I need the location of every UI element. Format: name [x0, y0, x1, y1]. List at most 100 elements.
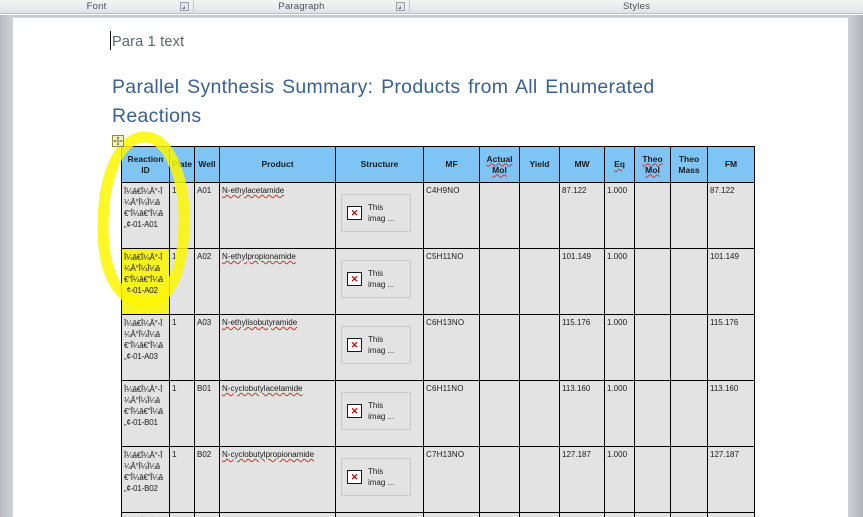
cell-well[interactable] — [194, 512, 220, 517]
cell-actual-mol[interactable] — [479, 512, 520, 517]
cell-theo-mass[interactable] — [670, 182, 708, 249]
cell-actual-mol[interactable] — [479, 182, 520, 249]
col-header-theo-mol[interactable]: Theo Mol — [634, 146, 671, 183]
ribbon-group-font[interactable]: Font — [0, 0, 194, 14]
cell-plate[interactable]: 1 — [169, 248, 195, 315]
cell-well[interactable]: A03 — [194, 314, 220, 381]
col-header-fm[interactable]: FM — [707, 146, 755, 183]
table-move-handle[interactable] — [112, 135, 124, 147]
cell-reaction-id[interactable]: Î¼â€Î¼Â°-Î¼Â°Î¼Î¼â€“Î¼â€“Î¼â„¢-01-A02 — [121, 248, 170, 315]
cell-eq[interactable]: 1.000 — [604, 446, 635, 513]
cell-reaction-id[interactable]: Î¼â€Î¼Â°-Î¼Â°Î¼Î¼â€“Î¼â€“Î¼â„¢-01-B01 — [121, 380, 170, 447]
cell-structure[interactable]: ✕ This imag ... — [335, 182, 424, 249]
font-dialog-launcher-icon[interactable] — [180, 1, 189, 11]
cell-mf[interactable]: C6H13NO — [423, 314, 480, 381]
paragraph-dialog-launcher-icon[interactable] — [396, 1, 405, 11]
table-row[interactable]: Î¼â€Î¼Â°-Î¼Â°Î¼Î¼â€“Î¼â€“Î¼â„¢-01-B01 1 B0… — [121, 380, 755, 447]
table-row[interactable]: Î¼â€Î¼Â°-Î¼Â°Î¼Î¼â€“Î¼â€“Î¼â„¢-01-B02 1 B0… — [121, 446, 755, 513]
cell-product[interactable]: N-cyclobutylacetamide — [219, 380, 336, 447]
cell-product[interactable] — [219, 512, 336, 517]
cell-theo-mass[interactable] — [670, 248, 708, 315]
cell-mf[interactable]: C6H11NO — [423, 380, 480, 447]
cell-actual-mol[interactable] — [479, 314, 520, 381]
cell-theo-mass[interactable] — [670, 314, 708, 381]
col-header-reaction-id[interactable]: Reaction ID — [121, 146, 170, 183]
cell-eq[interactable]: 1.000 — [604, 314, 635, 381]
cell-eq[interactable]: 1.000 — [604, 248, 635, 315]
cell-product[interactable]: N-ethylacetamide — [219, 182, 336, 249]
cell-well[interactable]: B01 — [194, 380, 220, 447]
cell-fm[interactable]: 101.149 — [707, 248, 755, 315]
cell-yield[interactable] — [519, 314, 560, 381]
cell-actual-mol[interactable] — [479, 446, 520, 513]
cell-theo-mass[interactable] — [670, 512, 708, 517]
broken-image-placeholder[interactable]: ✕ This imag ... — [341, 326, 411, 364]
cell-plate[interactable]: 1 — [169, 446, 195, 513]
cell-structure[interactable]: ✕ This imag ... — [335, 248, 424, 315]
cell-eq[interactable]: 1.000 — [604, 380, 635, 447]
cell-structure[interactable]: ✕ This imag ... — [335, 446, 424, 513]
cell-eq[interactable] — [604, 512, 635, 517]
table-row[interactable]: Î¼â€Î¼Â°- — [121, 512, 755, 517]
col-header-actual-mol[interactable]: Actual Mol — [479, 146, 520, 183]
cell-fm[interactable]: 115.176 — [707, 314, 755, 381]
col-header-well[interactable]: Well — [194, 146, 220, 183]
col-header-mw[interactable]: MW — [559, 146, 605, 183]
table-row[interactable]: Î¼â€Î¼Â°-Î¼Â°Î¼Î¼â€“Î¼â€“Î¼â„¢-01-A01 1 A0… — [121, 182, 755, 249]
broken-image-placeholder[interactable]: ✕ This imag ... — [341, 392, 411, 430]
cell-mf[interactable]: C7H13NO — [423, 446, 480, 513]
cell-theo-mol[interactable] — [634, 446, 671, 513]
col-header-product[interactable]: Product — [219, 146, 336, 183]
cell-plate[interactable]: 1 — [169, 314, 195, 381]
cell-yield[interactable] — [519, 182, 560, 249]
cell-well[interactable]: A02 — [194, 248, 220, 315]
cell-theo-mol[interactable] — [634, 248, 671, 315]
cell-yield[interactable] — [519, 512, 560, 517]
cell-mf[interactable]: C4H9NO — [423, 182, 480, 249]
cell-reaction-id[interactable]: Î¼â€Î¼Â°-Î¼Â°Î¼Î¼â€“Î¼â€“Î¼â„¢-01-A01 — [121, 182, 170, 249]
cell-product[interactable]: N-ethylpropionamide — [219, 248, 336, 315]
cell-plate[interactable] — [169, 512, 195, 517]
cell-mw[interactable]: 127.187 — [559, 446, 605, 513]
vertical-scrollbar[interactable] — [848, 15, 863, 517]
cell-plate[interactable]: 1 — [169, 380, 195, 447]
cell-mw[interactable]: 115.176 — [559, 314, 605, 381]
cell-product[interactable]: N-ethylisobutyramide — [219, 314, 336, 381]
col-header-theo-mass[interactable]: Theo Mass — [670, 146, 708, 183]
cell-eq[interactable]: 1.000 — [604, 182, 635, 249]
ribbon-group-styles[interactable]: Styles — [410, 0, 863, 14]
cell-plate[interactable]: 1 — [169, 182, 195, 249]
cell-mw[interactable]: 101.149 — [559, 248, 605, 315]
cell-theo-mass[interactable] — [670, 380, 708, 447]
cell-theo-mass[interactable] — [670, 446, 708, 513]
table-row[interactable]: Î¼â€Î¼Â°-Î¼Â°Î¼Î¼â€“Î¼â€“Î¼â„¢-01-A02 1 A0… — [121, 248, 755, 315]
col-header-mf[interactable]: MF — [423, 146, 480, 183]
cell-theo-mol[interactable] — [634, 380, 671, 447]
cell-yield[interactable] — [519, 446, 560, 513]
broken-image-placeholder[interactable]: ✕ This imag ... — [341, 260, 411, 298]
cell-fm[interactable]: 127.187 — [707, 446, 755, 513]
cell-well[interactable]: A01 — [194, 182, 220, 249]
table-row[interactable]: Î¼â€Î¼Â°-Î¼Â°Î¼Î¼â€“Î¼â€“Î¼â„¢-01-A03 1 A0… — [121, 314, 755, 381]
broken-image-placeholder[interactable]: ✕ This imag ... — [341, 194, 411, 232]
cell-yield[interactable] — [519, 380, 560, 447]
cell-actual-mol[interactable] — [479, 380, 520, 447]
cell-well[interactable]: B02 — [194, 446, 220, 513]
ribbon-group-paragraph[interactable]: Paragraph — [194, 0, 410, 14]
col-header-structure[interactable]: Structure — [335, 146, 424, 183]
cell-yield[interactable] — [519, 248, 560, 315]
cell-reaction-id[interactable]: Î¼â€Î¼Â°-Î¼Â°Î¼Î¼â€“Î¼â€“Î¼â„¢-01-B02 — [121, 446, 170, 513]
cell-fm[interactable] — [707, 512, 755, 517]
cell-structure[interactable] — [335, 512, 424, 517]
cell-structure[interactable]: ✕ This imag ... — [335, 314, 424, 381]
cell-product[interactable]: N-cyclobutylpropionamide — [219, 446, 336, 513]
cell-theo-mol[interactable] — [634, 314, 671, 381]
col-header-eq[interactable]: Eq — [604, 146, 635, 183]
cell-mw[interactable]: 87.122 — [559, 182, 605, 249]
cell-mw[interactable]: 113.160 — [559, 380, 605, 447]
col-header-plate[interactable]: Plate — [169, 146, 195, 183]
cell-mf[interactable]: C5H11NO — [423, 248, 480, 315]
cell-fm[interactable]: 87.122 — [707, 182, 755, 249]
cell-theo-mol[interactable] — [634, 182, 671, 249]
col-header-yield[interactable]: Yield — [519, 146, 560, 183]
